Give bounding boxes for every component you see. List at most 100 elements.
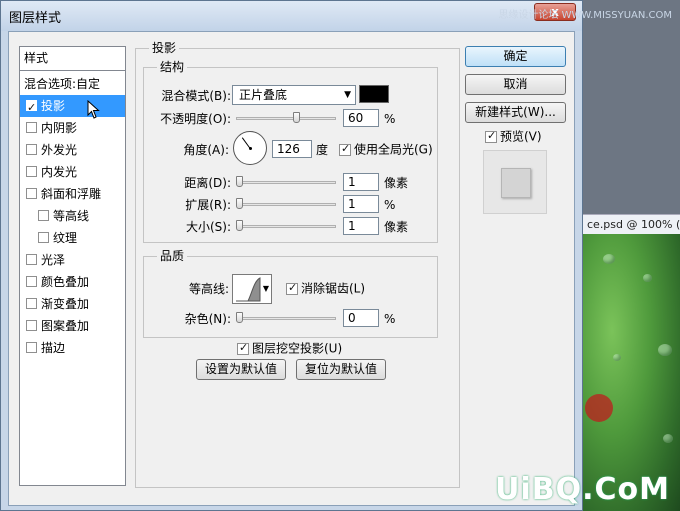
document-tab[interactable]: ce.psd @ 100% (图 — [583, 214, 680, 234]
style-list-header[interactable]: 样式 — [20, 47, 125, 71]
window-title: 图层样式 — [9, 11, 62, 26]
contour-picker[interactable]: ▼ — [232, 274, 272, 304]
new-style-button[interactable]: 新建样式(W)... — [465, 102, 566, 123]
opacity-label: 不透明度(O): — [160, 112, 231, 126]
global-light-label: 使用全局光(G) — [354, 142, 433, 157]
style-preview-thumbnail — [483, 150, 547, 214]
blend-mode-label: 混合模式(B): — [161, 89, 231, 103]
distance-label: 距离(D): — [184, 176, 231, 190]
style-item[interactable]: 图案叠加 — [20, 315, 125, 337]
blend-options-label: 混合选项:自定 — [24, 77, 101, 91]
style-item[interactable]: 等高线 — [20, 205, 125, 227]
angle-dial[interactable] — [233, 131, 267, 165]
style-item[interactable]: 斜面和浮雕 — [20, 183, 125, 205]
noise-slider-thumb[interactable] — [236, 312, 243, 323]
size-input[interactable]: 1 — [343, 217, 379, 235]
style-item[interactable]: 描边 — [20, 337, 125, 359]
style-list: 样式 混合选项:自定 投影内阴影外发光内发光斜面和浮雕等高线纹理光泽颜色叠加渐变… — [19, 46, 126, 486]
opacity-slider[interactable] — [236, 117, 336, 120]
size-label: 大小(S): — [185, 220, 231, 234]
preview-checkbox[interactable]: 预览(V) — [485, 129, 542, 144]
opacity-input[interactable]: 60 — [343, 109, 379, 127]
style-item-checkbox[interactable] — [26, 298, 37, 309]
style-item-checkbox[interactable] — [26, 254, 37, 265]
style-item-checkbox[interactable] — [38, 232, 49, 243]
style-item-checkbox[interactable] — [26, 144, 37, 155]
document-canvas[interactable] — [583, 234, 680, 511]
chevron-down-icon: ▼ — [262, 284, 269, 293]
ok-button[interactable]: 确定 — [465, 46, 566, 67]
water-drop — [643, 274, 652, 282]
noise-unit: % — [384, 312, 396, 326]
style-item-label: 投影 — [41, 99, 66, 113]
size-slider-thumb[interactable] — [236, 220, 243, 231]
style-item-checkbox[interactable] — [38, 210, 49, 221]
size-slider[interactable] — [236, 225, 336, 228]
blend-mode-select[interactable]: 正片叠底 ▼ — [232, 85, 356, 105]
global-light-box[interactable] — [339, 142, 351, 156]
global-light-checkbox[interactable]: 使用全局光(G) — [339, 142, 433, 157]
style-item-label: 纹理 — [53, 231, 78, 245]
style-item-checkbox[interactable] — [26, 188, 37, 199]
watermark-logo: UiBQ.CoM — [495, 472, 670, 507]
spread-label: 扩展(R): — [185, 198, 231, 212]
red-seal-stamp — [585, 394, 613, 422]
opacity-slider-thumb[interactable] — [293, 112, 300, 123]
style-item-label: 颜色叠加 — [41, 275, 90, 289]
water-drop — [663, 434, 673, 443]
spread-unit: % — [384, 198, 396, 212]
style-item-checkbox[interactable] — [26, 97, 37, 119]
blend-options-item[interactable]: 混合选项:自定 — [20, 73, 125, 95]
layer-style-dialog: 图层样式 x 样式 混合选项:自定 投影内阴影外发光内发光斜面和浮雕等高线纹理光… — [0, 0, 583, 511]
water-drop — [613, 354, 621, 361]
style-item-label: 斜面和浮雕 — [41, 187, 102, 201]
style-item-checkbox[interactable] — [26, 166, 37, 177]
style-item-checkbox[interactable] — [26, 276, 37, 287]
style-item-checkbox[interactable] — [26, 122, 37, 133]
style-item[interactable]: 投影 — [20, 95, 125, 119]
spread-slider-thumb[interactable] — [236, 198, 243, 209]
preview-label: 预览(V) — [500, 129, 542, 144]
style-item-label: 图案叠加 — [41, 319, 90, 333]
reset-default-button[interactable]: 复位为默认值 — [296, 359, 386, 380]
style-item-checkbox[interactable] — [26, 342, 37, 353]
style-item[interactable]: 颜色叠加 — [20, 271, 125, 293]
antialias-checkbox[interactable]: 消除锯齿(L) — [286, 281, 365, 296]
noise-label: 杂色(N): — [184, 312, 231, 326]
style-item-label: 渐变叠加 — [41, 297, 90, 311]
distance-slider[interactable] — [236, 181, 336, 184]
noise-slider[interactable] — [236, 317, 336, 320]
style-item[interactable]: 纹理 — [20, 227, 125, 249]
style-item[interactable]: 内阴影 — [20, 117, 125, 139]
make-default-button[interactable]: 设置为默认值 — [196, 359, 286, 380]
blend-mode-value: 正片叠底 — [239, 88, 288, 102]
style-item-label: 内发光 — [41, 165, 78, 179]
angle-label: 角度(A): — [183, 143, 229, 157]
water-drop — [658, 344, 672, 356]
style-item[interactable]: 外发光 — [20, 139, 125, 161]
cancel-button[interactable]: 取消 — [465, 74, 566, 95]
style-item-label: 内阴影 — [41, 121, 78, 135]
angle-input[interactable]: 126 — [272, 140, 312, 158]
shadow-color-swatch[interactable] — [359, 85, 389, 103]
style-item[interactable]: 内发光 — [20, 161, 125, 183]
preview-box[interactable] — [485, 129, 497, 143]
noise-input[interactable]: 0 — [343, 309, 379, 327]
antialias-box[interactable] — [286, 281, 298, 295]
style-item[interactable]: 渐变叠加 — [20, 293, 125, 315]
knockout-checkbox[interactable]: 图层挖空投影(U) — [237, 341, 342, 356]
knockout-box[interactable] — [237, 341, 249, 355]
style-item-label: 外发光 — [41, 143, 78, 157]
style-item-checkbox[interactable] — [26, 320, 37, 331]
background-document: ce.psd @ 100% (图 — [583, 0, 680, 511]
distance-slider-thumb[interactable] — [236, 176, 243, 187]
distance-input[interactable]: 1 — [343, 173, 379, 191]
style-item-label: 等高线 — [53, 209, 90, 223]
spread-slider[interactable] — [236, 203, 336, 206]
spread-input[interactable]: 1 — [343, 195, 379, 213]
contour-label: 等高线: — [188, 282, 229, 296]
water-drop — [603, 254, 615, 264]
style-item[interactable]: 光泽 — [20, 249, 125, 271]
title-bar[interactable]: 图层样式 x — [1, 1, 582, 31]
style-preview-swatch — [501, 168, 531, 198]
